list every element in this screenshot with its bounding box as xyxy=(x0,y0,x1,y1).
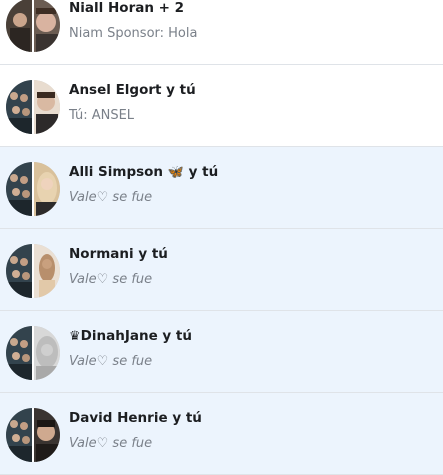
conversation-snippet: Vale♡ se fue xyxy=(69,436,153,451)
butterfly-icon: 🦋 xyxy=(167,165,184,180)
group-avatar xyxy=(6,244,60,298)
conversation-row-ansel-elgort[interactable]: Ansel Elgort y tú Tú: ANSEL xyxy=(0,65,443,147)
conversation-row-alli-simpson[interactable]: Alli Simpson 🦋 y tú Vale♡ se fue xyxy=(0,147,443,229)
conversation-row-normani[interactable]: Normani y tú Vale♡ se fue xyxy=(0,229,443,311)
title-name: DinahJane y tú xyxy=(80,328,192,344)
group-avatar xyxy=(6,80,60,134)
crown-icon: ♛ xyxy=(69,329,81,344)
group-avatar xyxy=(6,408,60,462)
conversation-title: Alli Simpson 🦋 y tú xyxy=(69,164,218,180)
group-avatar xyxy=(6,162,60,216)
conversation-title: Normani y tú xyxy=(69,246,168,262)
conversation-title: David Henrie y tú xyxy=(69,410,202,426)
conversation-list: Niall Horan + 2 Niam Sponsor: Hola Ansel… xyxy=(0,0,443,475)
conversation-snippet: Niam Sponsor: Hola xyxy=(69,26,198,41)
conversation-snippet: Vale♡ se fue xyxy=(69,190,153,205)
conversation-title: Niall Horan + 2 xyxy=(69,0,185,16)
conversation-snippet: Vale♡ se fue xyxy=(69,354,153,369)
group-avatar xyxy=(6,326,60,380)
conversation-title: ♛DinahJane y tú xyxy=(69,328,192,344)
conversation-row-dinahjane[interactable]: ♛DinahJane y tú Vale♡ se fue xyxy=(0,311,443,393)
title-name: Alli Simpson xyxy=(69,164,168,180)
conversation-row-niall-horan[interactable]: Niall Horan + 2 Niam Sponsor: Hola xyxy=(0,0,443,65)
conversation-snippet: Vale♡ se fue xyxy=(69,272,153,287)
conversation-snippet: Tú: ANSEL xyxy=(69,108,135,123)
conversation-row-david-henrie[interactable]: David Henrie y tú Vale♡ se fue xyxy=(0,393,443,475)
conversation-title: Ansel Elgort y tú xyxy=(69,82,196,98)
group-avatar xyxy=(6,0,60,52)
title-suffix: y tú xyxy=(183,164,219,180)
